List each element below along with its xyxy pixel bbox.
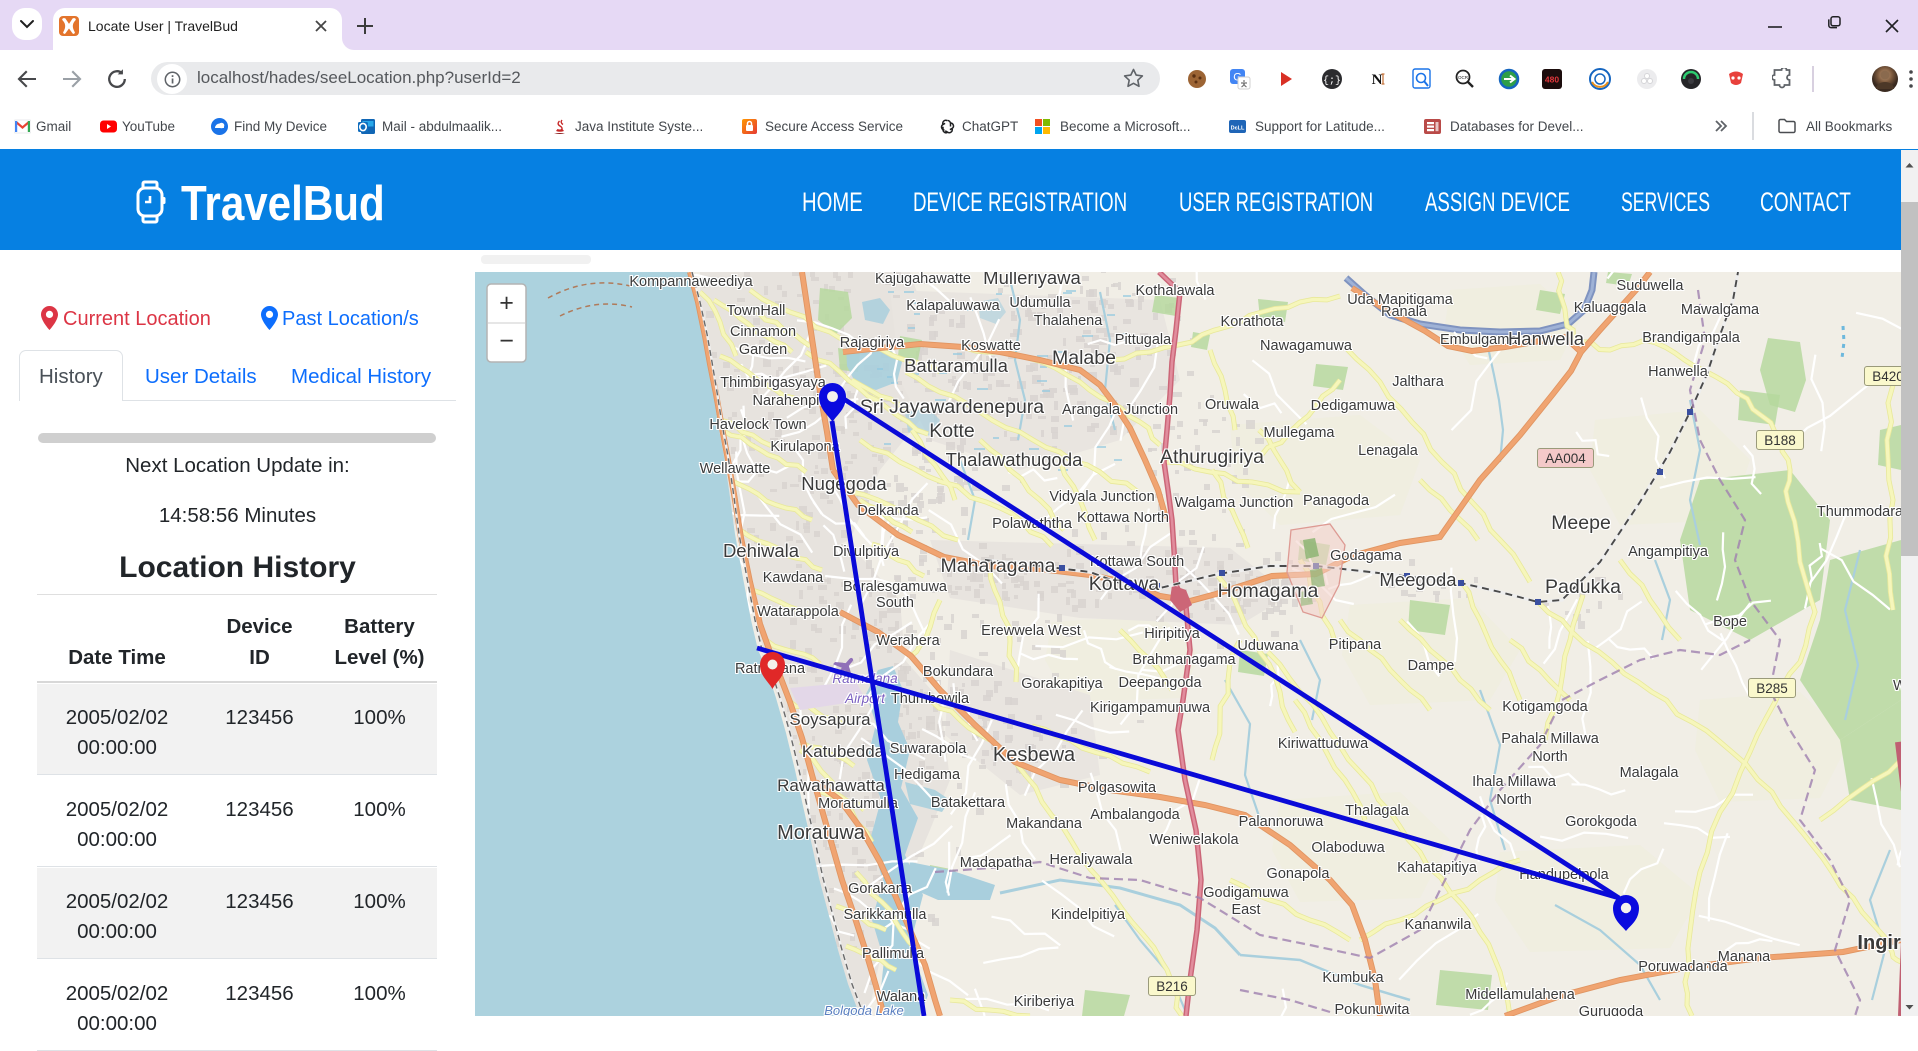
svg-text:N: N [1372,72,1383,88]
svg-text:{;}: {;} [1323,75,1341,87]
svg-text:OCR: OCR [1458,75,1469,80]
svg-text:DєLL: DєLL [1231,126,1245,132]
svg-text:480: 480 [1545,75,1559,85]
